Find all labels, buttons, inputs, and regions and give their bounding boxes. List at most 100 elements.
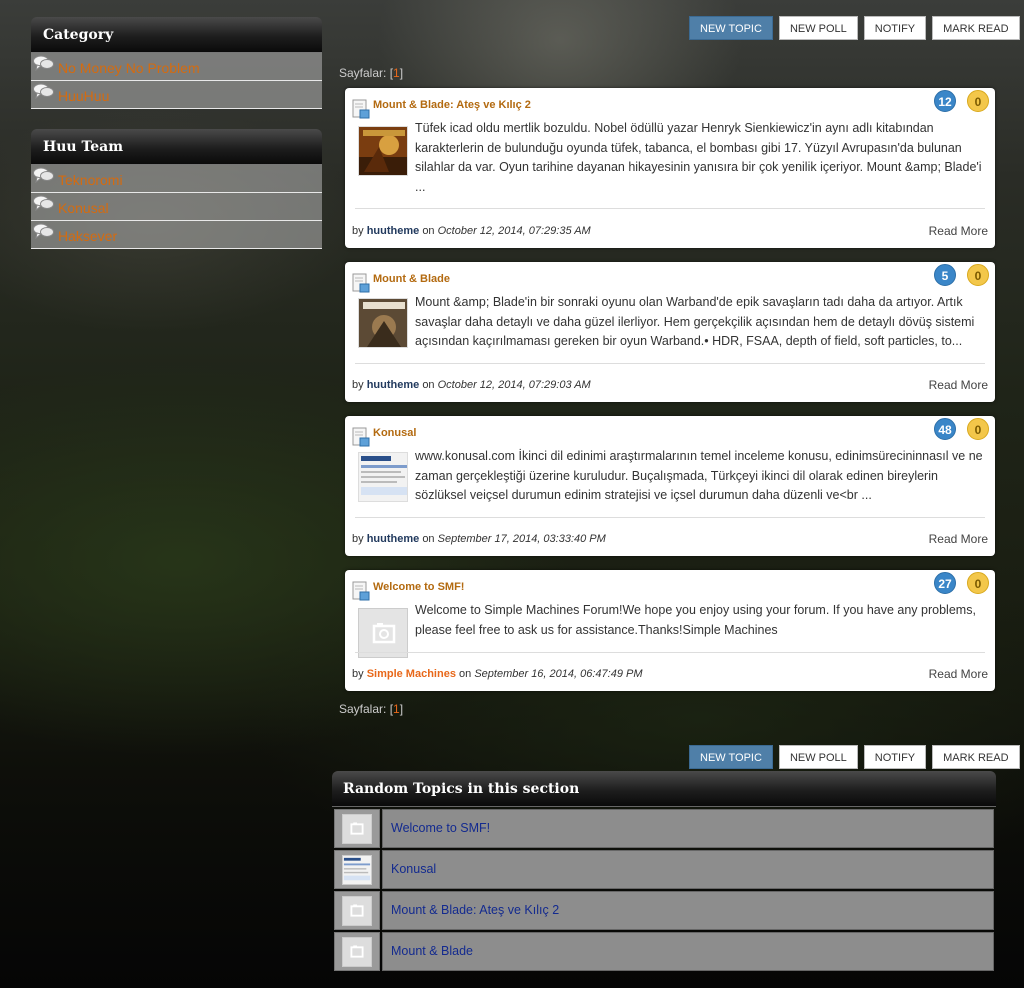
- team-title: Huu Team: [31, 129, 322, 165]
- chat-bubbles-icon: [33, 167, 54, 183]
- reply-count-badge: 48: [934, 418, 956, 440]
- topic-title[interactable]: Mount & Blade: Ateş ve Kılıç 2: [373, 99, 531, 111]
- website-screenshot-image: [359, 453, 407, 501]
- view-count-badge: 0: [967, 418, 989, 440]
- random-topic-link[interactable]: Welcome to SMF!: [382, 809, 994, 848]
- topic-meta: by huutheme on October 12, 2014, 07:29:3…: [352, 225, 591, 237]
- image-placeholder-icon: [342, 813, 372, 844]
- top-toolbar: NEW TOPIC NEW POLL NOTIFY MARK READ: [689, 16, 1020, 40]
- pagination-current-page[interactable]: 1: [393, 702, 400, 716]
- bottom-toolbar: NEW TOPIC NEW POLL NOTIFY MARK READ: [689, 745, 1020, 769]
- new-poll-button[interactable]: NEW POLL: [778, 16, 858, 40]
- reply-count-badge: 12: [934, 90, 956, 112]
- sidebar-item-label: No Money No Problem: [58, 60, 200, 76]
- list-item: Welcome to SMF!: [334, 809, 994, 848]
- chat-bubbles-icon: [33, 195, 54, 211]
- topic-card: Mount & Blade 5 0 Mount &amp; Blade'in b…: [345, 262, 995, 402]
- by-label: by: [352, 379, 364, 391]
- mark-read-button[interactable]: MARK READ: [932, 16, 1020, 40]
- on-label: on: [422, 533, 435, 545]
- topic-card: Mount & Blade: Ateş ve Kılıç 2 12 0 Tüfe…: [345, 88, 995, 248]
- read-more-link[interactable]: Read More: [929, 532, 988, 546]
- topic-doc-icon: [352, 427, 370, 447]
- on-label: on: [422, 225, 435, 237]
- topic-title[interactable]: Welcome to SMF!: [373, 581, 464, 593]
- pagination-current-page[interactable]: 1: [393, 66, 400, 80]
- notify-button[interactable]: NOTIFY: [863, 745, 927, 769]
- post-date: October 12, 2014, 07:29:35 AM: [437, 225, 591, 237]
- read-more-link[interactable]: Read More: [929, 224, 988, 238]
- random-topic-link[interactable]: Mount & Blade: Ateş ve Kılıç 2: [382, 891, 994, 930]
- read-more-link[interactable]: Read More: [929, 667, 988, 681]
- reply-count-badge: 5: [934, 264, 956, 286]
- card-divider: [355, 517, 985, 518]
- reply-count-badge: 27: [934, 572, 956, 594]
- topic-thumbnail[interactable]: [358, 608, 408, 658]
- pagination-bracket-close: ]: [399, 702, 404, 716]
- image-placeholder-icon: [359, 609, 407, 657]
- notify-button[interactable]: NOTIFY: [863, 16, 927, 40]
- random-topic-thumbnail[interactable]: [334, 932, 380, 971]
- by-label: by: [352, 225, 364, 237]
- sidebar-item-konusal[interactable]: Konusal: [31, 193, 322, 221]
- topic-meta: by huutheme on September 17, 2014, 03:33…: [352, 533, 606, 545]
- game-cover-image: [359, 127, 407, 175]
- category-title: Category: [31, 17, 322, 53]
- topic-doc-icon: [352, 99, 370, 119]
- pagination-label: Sayfalar:: [339, 702, 387, 716]
- chat-bubbles-icon: [33, 83, 54, 99]
- team-block: Huu Team Teknoromi Konusal Haksever: [31, 129, 322, 249]
- category-block: Category No Money No Problem HuuHuu: [31, 17, 322, 109]
- random-topic-thumbnail[interactable]: [334, 809, 380, 848]
- topic-excerpt: Tüfek icad oldu mertlik bozuldu. Nobel ö…: [415, 121, 982, 194]
- topic-thumbnail[interactable]: [358, 452, 408, 502]
- topic-meta: by huutheme on October 12, 2014, 07:29:0…: [352, 379, 591, 391]
- random-topics-title: Random Topics in this section: [332, 771, 996, 807]
- read-more-link[interactable]: Read More: [929, 378, 988, 392]
- by-label: by: [352, 533, 364, 545]
- topic-excerpt: www.konusal.com İkinci dil edinimi araşt…: [415, 449, 983, 502]
- author-link[interactable]: Simple Machines: [367, 668, 456, 680]
- topic-excerpt: Welcome to Simple Machines Forum!We hope…: [415, 603, 976, 637]
- image-placeholder-icon: [342, 895, 372, 926]
- random-topic-thumbnail[interactable]: [334, 850, 380, 889]
- sidebar-item-label: Konusal: [58, 200, 109, 216]
- by-label: by: [352, 668, 364, 680]
- card-divider: [355, 208, 985, 209]
- random-topic-link[interactable]: Konusal: [382, 850, 994, 889]
- pagination-bottom: Sayfalar: [1]: [339, 702, 403, 716]
- list-item: Mount & Blade: [334, 932, 994, 971]
- website-screenshot-image: [342, 854, 372, 885]
- post-date: September 16, 2014, 06:47:49 PM: [474, 668, 643, 680]
- topic-card: Konusal 48 0 www.konusal.com İkinci dil …: [345, 416, 995, 556]
- sidebar-item-haksever[interactable]: Haksever: [31, 221, 322, 249]
- sidebar-item-no-money-no-problem[interactable]: No Money No Problem: [31, 53, 322, 81]
- author-link[interactable]: huutheme: [367, 225, 420, 237]
- chat-bubbles-icon: [33, 223, 54, 239]
- sidebar-item-label: Haksever: [58, 228, 118, 244]
- author-link[interactable]: huutheme: [367, 379, 420, 391]
- mark-read-button[interactable]: MARK READ: [932, 745, 1020, 769]
- sidebar-item-label: Teknoromi: [58, 172, 123, 188]
- view-count-badge: 0: [967, 572, 989, 594]
- author-link[interactable]: huutheme: [367, 533, 420, 545]
- topic-title[interactable]: Mount & Blade: [373, 273, 450, 285]
- pagination-label: Sayfalar:: [339, 66, 387, 80]
- image-placeholder-icon: [342, 936, 372, 967]
- new-topic-button[interactable]: NEW TOPIC: [689, 16, 773, 40]
- topic-title[interactable]: Konusal: [373, 427, 416, 439]
- topic-meta: by Simple Machines on September 16, 2014…: [352, 668, 643, 680]
- new-poll-button[interactable]: NEW POLL: [778, 745, 858, 769]
- random-topics-block: Random Topics in this section Welcome to…: [332, 771, 996, 971]
- new-topic-button[interactable]: NEW TOPIC: [689, 745, 773, 769]
- random-topic-link[interactable]: Mount & Blade: [382, 932, 994, 971]
- sidebar-item-teknoromi[interactable]: Teknoromi: [31, 165, 322, 193]
- sidebar-item-huuhuu[interactable]: HuuHuu: [31, 81, 322, 109]
- sidebar-item-label: HuuHuu: [58, 88, 110, 104]
- view-count-badge: 0: [967, 90, 989, 112]
- post-date: October 12, 2014, 07:29:03 AM: [437, 379, 591, 391]
- topic-thumbnail[interactable]: [358, 298, 408, 348]
- topic-thumbnail[interactable]: [358, 126, 408, 176]
- topic-doc-icon: [352, 581, 370, 601]
- random-topic-thumbnail[interactable]: [334, 891, 380, 930]
